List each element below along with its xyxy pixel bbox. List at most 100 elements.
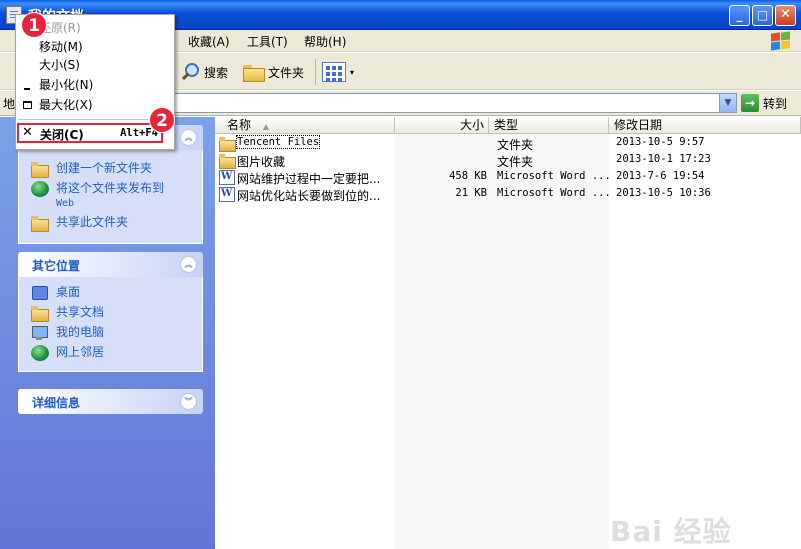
file-size: 21 KB bbox=[455, 187, 487, 199]
share-folder-icon bbox=[31, 215, 49, 232]
other-places-header[interactable]: 其它位置 ︽ bbox=[18, 252, 203, 277]
file-type: 文件夹 bbox=[497, 138, 534, 152]
task-publish-web[interactable]: 将这个文件夹发布到 Web bbox=[19, 179, 202, 213]
place-label: 桌面 bbox=[56, 285, 81, 299]
folders-label: 文件夹 bbox=[268, 65, 305, 80]
new-folder-icon bbox=[31, 161, 49, 178]
file-modified: 2013-10-5 9:57 bbox=[616, 136, 705, 148]
task-label-sub: Web bbox=[56, 198, 75, 209]
desktop-icon bbox=[31, 285, 49, 301]
column-type-label: 类型 bbox=[494, 118, 519, 132]
go-arrow-icon: → bbox=[741, 94, 759, 112]
file-row[interactable]: 图片收藏 文件夹 2013-10-1 17:23 bbox=[215, 152, 801, 169]
task-label: 创建一个新文件夹 bbox=[56, 161, 153, 175]
place-label: 我的电脑 bbox=[56, 325, 105, 339]
folders-icon bbox=[242, 63, 265, 82]
maximize-icon bbox=[21, 96, 33, 115]
file-name: Tencent Files bbox=[235, 135, 321, 149]
pictures-folder-icon bbox=[219, 153, 236, 169]
place-desktop[interactable]: 桌面 bbox=[19, 283, 202, 303]
sort-ascending-icon: ▲ bbox=[262, 122, 269, 131]
menu-help[interactable]: 帮助(H) bbox=[304, 33, 346, 50]
place-label: 网上邻居 bbox=[56, 345, 105, 359]
search-button[interactable]: 搜索 bbox=[180, 60, 228, 84]
folders-button[interactable]: 文件夹 bbox=[242, 60, 304, 84]
file-size: 458 KB bbox=[449, 170, 487, 182]
other-places-panel: 其它位置 ︽ 桌面 共享文档 我的电脑 网上邻居 bbox=[18, 252, 203, 372]
panel-title: 详细信息 bbox=[32, 396, 81, 410]
place-network[interactable]: 网上邻居 bbox=[19, 343, 202, 363]
file-name: 网站优化站长要做到位的... bbox=[237, 189, 381, 203]
menu-item-label: 大小(S) bbox=[39, 58, 80, 72]
menu-item-label: 最小化(N) bbox=[39, 78, 94, 92]
word-doc-icon bbox=[219, 187, 235, 202]
file-type: Microsoft Word ... bbox=[497, 170, 611, 182]
callout-step-1: 1 bbox=[21, 12, 47, 38]
menu-item-label: 关闭(C) bbox=[40, 128, 84, 142]
file-modified: 2013-7-6 19:54 bbox=[616, 170, 705, 182]
task-share-folder[interactable]: 共享此文件夹 bbox=[19, 213, 202, 233]
search-label: 搜索 bbox=[204, 65, 229, 80]
watermark: Bai 经验 bbox=[610, 515, 732, 548]
column-header-name[interactable]: 名称 ▲ bbox=[215, 117, 395, 134]
column-size-label: 大小 bbox=[459, 118, 484, 132]
menu-item-label: 移动(M) bbox=[39, 40, 83, 54]
views-button[interactable]: ▾ bbox=[322, 60, 354, 84]
file-list: 名称 ▲ 大小 类型 修改日期 Tencent Files 文件夹 2013-1… bbox=[215, 117, 801, 549]
menu-item-minimize[interactable]: 最小化(N) bbox=[16, 76, 174, 95]
close-button[interactable]: ✕ bbox=[775, 5, 796, 26]
other-places-body: 桌面 共享文档 我的电脑 网上邻居 bbox=[18, 277, 203, 372]
task-label: 将这个文件夹发布到 Web bbox=[56, 181, 164, 211]
address-label: 地 bbox=[3, 97, 16, 111]
column-header-size[interactable]: 大小 bbox=[395, 117, 489, 134]
go-label: 转到 bbox=[763, 96, 788, 111]
maximize-button[interactable]: □ bbox=[752, 5, 773, 26]
close-icon: ✕ bbox=[22, 125, 33, 140]
column-header-modified[interactable]: 修改日期 bbox=[609, 117, 801, 134]
views-icon bbox=[322, 62, 346, 82]
go-button[interactable]: → 转到 bbox=[741, 94, 787, 112]
my-computer-icon bbox=[31, 325, 49, 341]
place-shared-docs[interactable]: 共享文档 bbox=[19, 303, 202, 323]
file-row[interactable]: Tencent Files 文件夹 2013-10-5 9:57 bbox=[215, 135, 801, 152]
column-header-type[interactable]: 类型 bbox=[489, 117, 609, 134]
callout-step-2: 2 bbox=[149, 107, 175, 133]
file-type: 文件夹 bbox=[497, 155, 534, 169]
windows-logo-icon bbox=[769, 31, 791, 51]
place-label: 共享文档 bbox=[56, 305, 105, 319]
expand-chevron-icon[interactable]: ︾ bbox=[180, 393, 197, 410]
menu-item-close[interactable]: ✕ 关闭(C) Alt+F4 bbox=[17, 123, 163, 143]
word-doc-icon bbox=[219, 170, 235, 185]
menu-item-move[interactable]: 移动(M) bbox=[16, 38, 174, 57]
collapse-chevron-icon[interactable]: ︽ bbox=[180, 129, 197, 146]
minimize-icon bbox=[21, 76, 33, 96]
menu-tools[interactable]: 工具(T) bbox=[247, 33, 288, 50]
chevron-down-icon: ▾ bbox=[350, 67, 355, 77]
file-row[interactable]: 网站优化站长要做到位的... 21 KB Microsoft Word ... … bbox=[215, 186, 801, 203]
file-tasks-body: 创建一个新文件夹 将这个文件夹发布到 Web 共享此文件夹 bbox=[18, 150, 203, 244]
task-label: 共享此文件夹 bbox=[56, 215, 129, 229]
minimize-button[interactable]: _ bbox=[729, 5, 750, 26]
file-modified: 2013-10-1 17:23 bbox=[616, 153, 711, 165]
search-icon bbox=[180, 62, 200, 82]
column-name-label: 名称 bbox=[227, 118, 252, 132]
shared-folder-icon bbox=[31, 305, 49, 322]
menu-item-size[interactable]: 大小(S) bbox=[16, 56, 174, 75]
menu-favorites[interactable]: 收藏(A) bbox=[188, 33, 230, 50]
file-modified: 2013-10-5 10:36 bbox=[616, 187, 711, 199]
task-pane: ︽ 创建一个新文件夹 将这个文件夹发布到 Web 共享此文件夹 其它位置 ︽ 桌… bbox=[0, 117, 215, 549]
file-type: Microsoft Word ... bbox=[497, 187, 611, 199]
details-panel: 详细信息 ︾ bbox=[18, 389, 203, 414]
address-dropdown-button[interactable]: ▼ bbox=[719, 94, 736, 112]
task-new-folder[interactable]: 创建一个新文件夹 bbox=[19, 159, 202, 179]
file-name: 网站维护过程中一定要把... bbox=[237, 172, 381, 186]
toolbar-divider bbox=[315, 59, 316, 85]
menu-item-label: 最大化(X) bbox=[39, 98, 93, 112]
details-header[interactable]: 详细信息 ︾ bbox=[18, 389, 203, 414]
folder-icon bbox=[219, 136, 236, 152]
place-my-computer[interactable]: 我的电脑 bbox=[19, 323, 202, 343]
task-label-main: 将这个文件夹发布到 bbox=[56, 181, 165, 195]
network-icon bbox=[31, 345, 49, 361]
collapse-chevron-icon[interactable]: ︽ bbox=[180, 256, 197, 273]
file-row[interactable]: 网站维护过程中一定要把... 458 KB Microsoft Word ...… bbox=[215, 169, 801, 186]
